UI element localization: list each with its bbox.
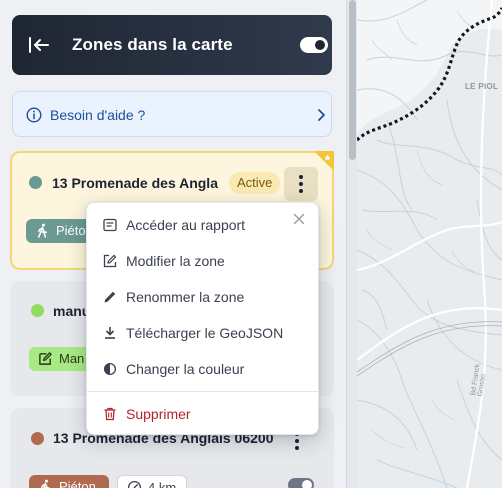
zone-color-dot <box>31 304 44 317</box>
menu-item-change-color[interactable]: Changer la couleur <box>87 351 318 387</box>
menu-item-label: Télécharger le GeoJSON <box>126 325 284 341</box>
menu-item-label: Accéder au rapport <box>126 217 246 233</box>
contrast-icon <box>103 362 117 376</box>
menu-item-report[interactable]: Accéder au rapport <box>87 207 318 243</box>
help-label: Besoin d'aide ? <box>50 107 146 123</box>
zone-name: 13 Promenade des Angla <box>52 175 218 191</box>
map-canvas[interactable] <box>357 0 502 488</box>
menu-item-delete[interactable]: Supprimer <box>87 396 318 432</box>
walking-icon <box>38 223 47 238</box>
menu-item-rename-zone[interactable]: Renommer la zone <box>87 279 318 315</box>
mode-chip-label: Piéton <box>59 479 96 488</box>
edit-icon <box>39 352 52 365</box>
chevron-right-icon <box>318 109 325 121</box>
more-options-button[interactable] <box>284 167 318 201</box>
zones-visibility-toggle[interactable] <box>300 37 328 53</box>
download-icon <box>105 327 115 339</box>
toggle-knob <box>315 40 325 50</box>
gauge-icon <box>127 480 142 488</box>
edit-icon <box>103 254 117 268</box>
help-banner[interactable]: Besoin d'aide ? <box>12 91 332 137</box>
arrow-left-to-bar-icon[interactable] <box>28 35 50 55</box>
mode-chip: Piéton <box>29 475 109 488</box>
zone-visibility-toggle[interactable] <box>288 478 314 488</box>
menu-item-label: Modifier la zone <box>126 253 225 269</box>
menu-divider <box>87 391 318 392</box>
menu-item-label: Changer la couleur <box>126 361 245 377</box>
pencil-icon <box>104 291 116 303</box>
zone-color-dot <box>29 176 42 189</box>
zone-options-menu: Accéder au rapport Modifier la zone Reno… <box>86 202 319 435</box>
trash-icon <box>104 407 116 421</box>
zone-color-dot <box>31 432 44 445</box>
menu-item-label: Supprimer <box>126 406 191 422</box>
page-title: Zones dans la carte <box>72 35 233 54</box>
distance-label: 4 km <box>148 480 177 488</box>
scrollbar-thumb[interactable] <box>349 0 356 160</box>
panel-header: Zones dans la carte <box>12 15 332 75</box>
panel-scrollbar[interactable] <box>346 0 357 488</box>
status-badge: Active <box>229 172 281 194</box>
distance-chip: 4 km <box>117 475 187 488</box>
map-place-label: LE PIOL <box>465 82 499 91</box>
mode-chip-label: Man <box>59 351 85 366</box>
zone-name: manu <box>53 303 91 319</box>
map-view[interactable]: LE PIOL Bd Franck Grosso <box>357 0 502 488</box>
menu-item-download-geojson[interactable]: Télécharger le GeoJSON <box>87 315 318 351</box>
walking-icon <box>41 479 50 488</box>
info-icon <box>26 107 42 123</box>
menu-item-edit-zone[interactable]: Modifier la zone <box>87 243 318 279</box>
menu-item-label: Renommer la zone <box>126 289 245 305</box>
report-icon <box>103 218 117 232</box>
